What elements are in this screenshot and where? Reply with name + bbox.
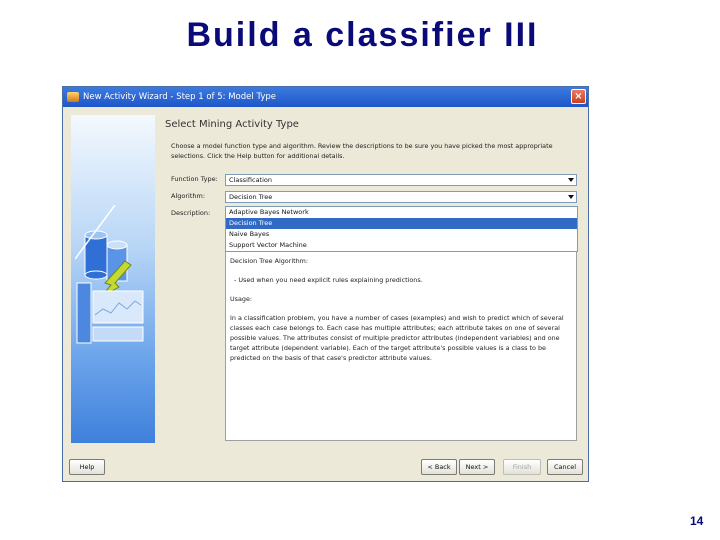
function-type-value: Classification — [229, 176, 273, 184]
function-type-label: Function Type: — [171, 175, 218, 183]
wizard-window: New Activity Wizard - Step 1 of 5: Model… — [62, 86, 589, 482]
close-icon[interactable]: × — [571, 89, 586, 104]
dropdown-option[interactable]: Naive Bayes — [226, 229, 577, 240]
page-heading: Select Mining Activity Type — [165, 119, 299, 130]
function-type-select[interactable]: Classification — [225, 174, 577, 186]
algorithm-dropdown-list[interactable]: Adaptive Bayes Network Decision Tree Nai… — [225, 206, 578, 252]
algorithm-description-box[interactable]: Decision Tree Algorithm: - Used when you… — [225, 251, 577, 441]
slide-title: Build a classifier III — [186, 16, 539, 54]
finish-button[interactable]: Finish — [503, 459, 541, 475]
usage-heading: Usage: — [230, 295, 253, 303]
wizard-illustration — [75, 205, 144, 344]
algorithm-heading: Decision Tree Algorithm: — [230, 257, 309, 265]
algorithm-select[interactable]: Decision Tree — [225, 191, 577, 203]
algorithm-label: Algorithm: — [171, 192, 206, 200]
usage-body: In a classification problem, you have a … — [230, 314, 564, 362]
algorithm-value: Decision Tree — [229, 193, 273, 201]
dropdown-option-selected[interactable]: Decision Tree — [226, 218, 577, 229]
dropdown-option[interactable]: Adaptive Bayes Network — [226, 207, 577, 218]
window-title-bar[interactable]: New Activity Wizard - Step 1 of 5: Model… — [63, 87, 588, 107]
dropdown-arrow-icon[interactable] — [568, 178, 574, 182]
wizard-side-panel — [71, 115, 155, 443]
window-app-icon — [67, 92, 79, 102]
next-button[interactable]: Next > — [459, 459, 495, 475]
instructions-text: Choose a model function type and algorit… — [171, 142, 553, 160]
dropdown-arrow-icon[interactable] — [568, 195, 574, 199]
dropdown-option[interactable]: Support Vector Machine — [226, 240, 577, 251]
back-button[interactable]: < Back — [421, 459, 457, 475]
help-button[interactable]: Help — [69, 459, 105, 475]
algorithm-bullet: - Used when you need explicit rules expl… — [234, 276, 423, 284]
description-label: Description: — [171, 209, 211, 217]
window-title: New Activity Wizard - Step 1 of 5: Model… — [83, 92, 276, 102]
cancel-button[interactable]: Cancel — [547, 459, 583, 475]
wizard-content: Select Mining Activity Type Choose a mod… — [163, 115, 583, 443]
page-number: 14 — [690, 514, 704, 528]
